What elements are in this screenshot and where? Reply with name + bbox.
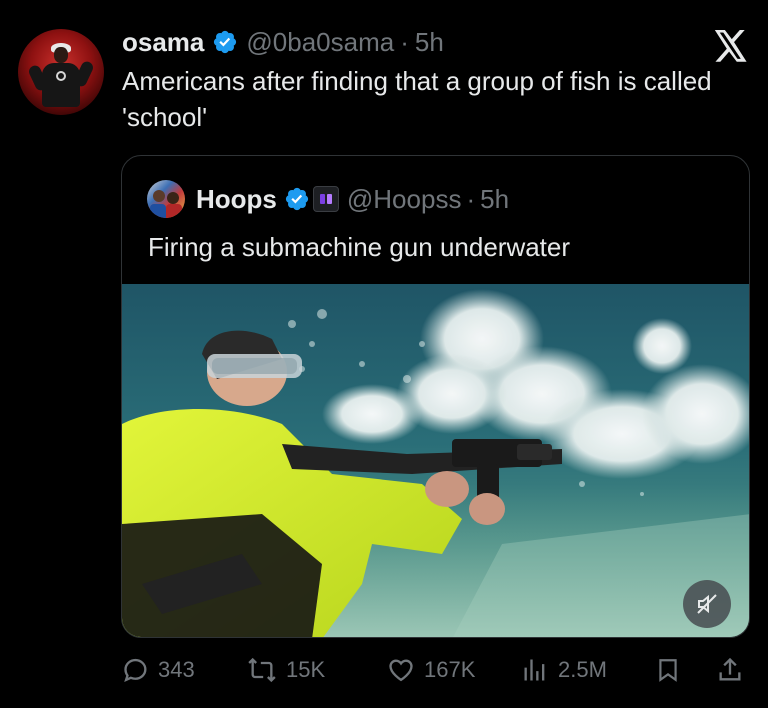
quoted-tweet-header: Hoops @Hoopss · 5h (196, 182, 509, 216)
bookmark-icon (659, 659, 677, 682)
share-button[interactable] (716, 645, 744, 695)
views-button[interactable]: 2.5M (520, 645, 607, 695)
quoted-tweet[interactable]: Hoops @Hoopss · 5h Firing a submachine g… (121, 155, 750, 638)
like-button[interactable]: 167K (386, 645, 475, 695)
reply-button[interactable]: 343 (122, 645, 195, 695)
affiliate-badge-icon (312, 186, 339, 212)
quoted-tweet-text: Firing a submachine gun underwater (148, 232, 571, 262)
tweet-header: osama @0ba0sama · 5h (122, 26, 444, 58)
quoted-author-name[interactable]: Hoops (196, 184, 277, 215)
mute-icon (697, 594, 717, 614)
quoted-video[interactable] (122, 284, 749, 637)
bookmark-button[interactable] (655, 645, 681, 695)
mute-button[interactable] (683, 580, 731, 628)
repost-icon (248, 657, 276, 683)
quoted-author-avatar[interactable] (147, 180, 185, 218)
repost-count: 15K (286, 657, 326, 682)
share-icon (719, 657, 741, 681)
like-count: 167K (424, 657, 476, 682)
author-avatar[interactable] (18, 29, 104, 115)
separator-dot: · (466, 183, 476, 214)
repost-button[interactable]: 15K (246, 645, 325, 695)
author-handle[interactable]: @0ba0sama (246, 27, 394, 58)
views-count: 2.5M (558, 657, 607, 682)
separator-dot: · (400, 26, 409, 57)
tweet-time[interactable]: 5h (415, 27, 444, 58)
author-name[interactable]: osama (122, 27, 204, 58)
quoted-tweet-time[interactable]: 5h (480, 184, 509, 215)
tweet-text: Americans after finding that a group of … (122, 66, 712, 132)
quoted-author-handle[interactable]: @Hoopss (347, 184, 462, 215)
x-logo-icon[interactable] (712, 30, 748, 62)
video-frame (122, 284, 749, 637)
views-icon (524, 659, 545, 681)
heart-icon (389, 659, 413, 682)
verified-badge-icon (214, 30, 237, 54)
action-bar: 343 15K 167K 2.5M (0, 645, 768, 695)
verified-badge-icon (285, 187, 308, 211)
reply-icon (124, 658, 147, 683)
reply-count: 343 (158, 657, 195, 682)
